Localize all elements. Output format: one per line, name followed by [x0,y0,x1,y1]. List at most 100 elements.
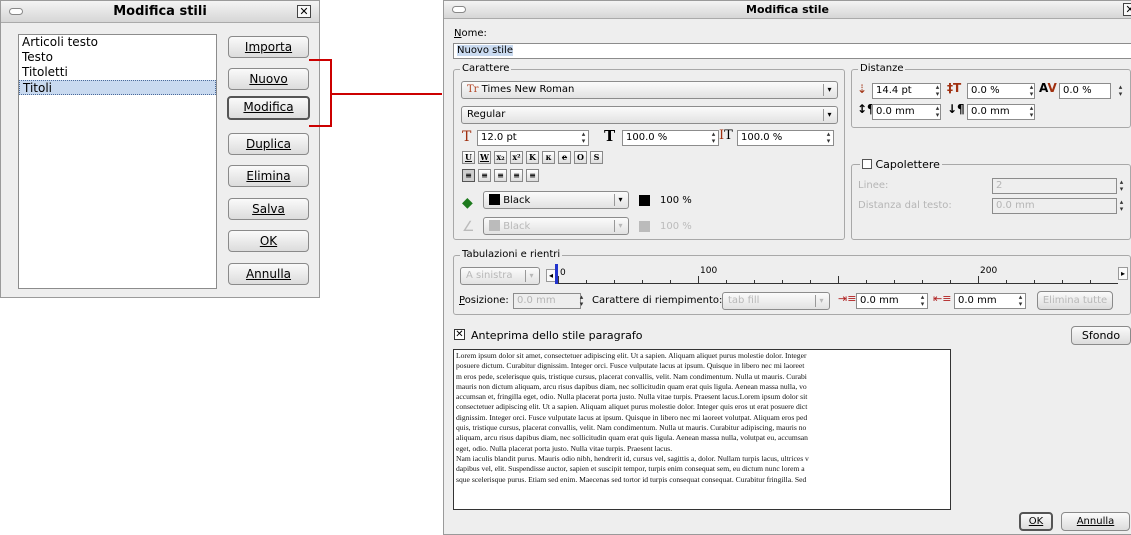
spinner-icon[interactable]: ▴ ▾ [933,84,942,98]
list-item[interactable]: Articoli testo [19,35,216,50]
tracking-field[interactable]: 0.0 % [1059,83,1111,99]
styles-dialog-titlebar: Modifica stili ✕ [1,1,319,23]
tab-ruler[interactable]: 0 100 200 [555,264,1118,284]
horizontal-scale-icon: T [604,127,616,145]
distance-field[interactable]: 0.0 mm [992,198,1117,214]
chevron-down-icon: ▾ [614,194,626,206]
shadow-icon[interactable]: S [590,151,603,164]
ruler-scroll-right-icon[interactable]: ▸ [1118,267,1128,280]
fill-color-select[interactable]: Black ▾ [483,191,629,209]
spinner-icon[interactable]: ▴ ▾ [1116,84,1125,98]
preview-line: mauris non dictum aliquam, arcu risus da… [456,381,807,391]
paragraph-preview: Lorem ipsum dolor sit amet, consectetuer… [453,349,951,510]
spinner-icon[interactable]: ▴ ▾ [1027,105,1036,119]
fill-shade-value: 100 % [660,195,692,206]
list-item[interactable]: Testo [19,50,216,65]
all-caps-icon[interactable]: K [526,151,539,164]
save-button[interactable]: Salva [228,198,309,220]
spinner-icon[interactable]: ▴ ▾ [918,294,927,308]
fill-char-label: Carattere di riempimento: [592,295,723,306]
strikethrough-icon[interactable]: e [558,151,571,164]
color-swatch [489,194,500,205]
spinner-icon[interactable]: ▴ ▾ [1016,294,1025,308]
align-forced-icon[interactable]: ≡ [526,169,539,182]
font-size-field[interactable]: 12.0 pt [477,130,589,146]
stroke-shade-value: 100 % [660,221,692,232]
duplicate-button[interactable]: Duplica [228,133,309,155]
new-button[interactable]: Nuovo [228,68,309,90]
preview-line: consectetuer adipiscing elit. Ut a sapie… [456,402,808,412]
cancel-button[interactable]: Annulla [1061,512,1130,531]
spinner-icon[interactable]: ▴ ▾ [1027,84,1036,98]
background-button[interactable]: Sfondo [1071,326,1131,345]
position-label: Posizione: [459,295,509,306]
cancel-button[interactable]: Annulla [228,263,309,285]
dropcaps-group: Capolettere Linee: 2 ▴ ▾ Distanza dal tes… [851,158,1131,240]
tabs-group: Tabulazioni e rientri A sinistra ▾ ◂ 0 1… [453,249,1131,315]
connector-line [330,93,442,95]
superscript-icon[interactable]: x² [510,151,523,164]
name-field[interactable]: Nuovo stile [453,43,1131,59]
spinner-icon[interactable]: ▴ ▾ [1117,199,1126,213]
vertical-scale-icon: IT [719,128,733,143]
position-field[interactable]: 0.0 mm [513,293,581,309]
underline-icon[interactable]: U [462,151,475,164]
character-group: Carattere Tr Times New Roman ▾ Regular ▾… [453,63,845,240]
close-icon[interactable]: ✕ [297,5,311,18]
first-line-indent-icon: ⇥≡ [838,292,857,305]
styles-list[interactable]: Articoli testo Testo Titoletti Titoli [18,34,217,289]
preview-line: quis, tristique cursus, placerat convall… [456,423,807,433]
stroke-color-select[interactable]: Black ▾ [483,217,629,235]
font-size-icon: T [462,129,472,145]
align-justify-icon[interactable]: ≡ [510,169,523,182]
preview-line: Lorem ipsum dolor sit amet, consectetuer… [456,351,807,360]
horizontal-scale-field[interactable]: 100.0 % [622,130,719,146]
edit-style-dialog: Modifica stile ✕ Nome: Nuovo stile Carat… [443,0,1131,535]
list-item-selected[interactable]: Titoli [19,80,216,95]
ok-button[interactable]: OK [1019,512,1053,531]
indent-marker-icon[interactable] [555,264,558,284]
lines-field[interactable]: 2 [992,178,1117,194]
delete-button[interactable]: Elimina [228,165,309,187]
truetype-icon: Tr [467,84,479,95]
window-menu-icon[interactable] [452,6,466,13]
edit-button[interactable]: Modifica [227,96,310,120]
outline-icon[interactable]: O [574,151,587,164]
ruler-label: 100 [700,266,718,276]
subscript-icon[interactable]: x₂ [494,151,507,164]
preview-line: m eros pede, scelerisque quis, tristique… [456,371,807,381]
preview-line: dignissim. Integer orci. Fusce vulputate… [456,412,808,422]
left-indent-icon: ⇤≡ [933,292,952,305]
space-before-field[interactable]: 0.0 mm [872,104,941,120]
baseline-offset-icon: ‡T [947,81,962,95]
tab-alignment-select[interactable]: A sinistra ▾ [460,267,540,285]
small-caps-icon[interactable]: ᴋ [542,151,555,164]
spinner-icon[interactable]: ▴ ▾ [577,294,586,308]
spinner-icon[interactable]: ▴ ▾ [1117,179,1126,193]
spinner-icon[interactable]: ▴ ▾ [709,131,718,145]
spinner-icon[interactable]: ▴ ▾ [824,131,833,145]
font-style-select[interactable]: Regular ▾ [461,106,838,124]
ok-button[interactable]: OK [228,230,309,252]
fill-char-select[interactable]: tab fill ▾ [722,292,830,310]
preview-checkbox[interactable]: ✕ [454,329,465,340]
align-right-icon[interactable]: ≡ [494,169,507,182]
font-family-select[interactable]: Tr Times New Roman ▾ [461,81,838,99]
baseline-offset-field[interactable]: 0.0 % [967,83,1035,99]
list-item[interactable]: Titoletti [19,65,216,80]
delete-all-tabs-button[interactable]: Elimina tutte [1037,291,1113,310]
close-icon[interactable]: ✕ [1123,3,1131,16]
space-after-icon: ↓¶ [947,102,965,116]
spinner-icon[interactable]: ▴ ▾ [579,131,588,145]
align-center-icon[interactable]: ≡ [478,169,491,182]
underline-words-icon[interactable]: W [478,151,491,164]
vertical-scale-field[interactable]: 100.0 % [737,130,834,146]
align-left-icon[interactable]: ≡ [462,169,475,182]
line-spacing-field[interactable]: 14.4 pt [872,83,941,99]
spinner-icon[interactable]: ▴ ▾ [933,105,942,119]
dropcaps-checkbox[interactable] [862,159,872,169]
space-after-field[interactable]: 0.0 mm [967,104,1035,120]
window-menu-icon[interactable] [9,8,23,15]
preview-line: accumsan et, fringilla eget, odio. Nulla… [456,392,808,402]
import-button[interactable]: Importa [228,36,309,58]
